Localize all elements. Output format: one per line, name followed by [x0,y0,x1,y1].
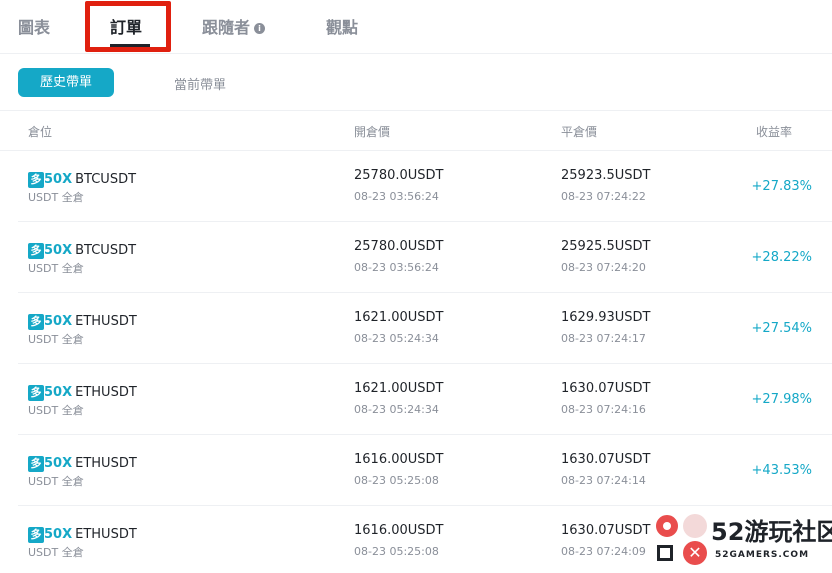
margin-type: USDT 全倉 [28,475,84,488]
open-price: 1616.00USDT [354,523,444,538]
close-time: 08-23 07:24:20 [561,261,646,274]
margin-type: USDT 全倉 [28,333,84,346]
open-time: 08-23 03:56:24 [354,190,439,203]
close-time: 08-23 07:24:16 [561,403,646,416]
long-badge: 多 [28,171,44,188]
header-close-price: 平倉價 [561,125,598,139]
tab-chart-label: 圖表 [18,18,51,37]
open-time: 08-23 05:24:34 [354,403,439,416]
close-time: 08-23 07:24:14 [561,474,646,487]
roi-value: +27.54% [751,321,812,336]
open-price: 1616.00USDT [354,452,444,467]
top-tab-bar: 圖表 訂單 跟隨者 i 觀點 [0,0,832,54]
open-time: 08-23 05:25:08 [354,474,439,487]
close-price: 1629.93USDT [561,310,651,325]
leverage: 50X [44,172,73,187]
info-icon[interactable]: i [254,23,266,34]
margin-type: USDT 全倉 [28,404,84,417]
long-badge: 多 [28,384,44,401]
leverage: 50X [44,456,73,471]
table-row[interactable]: 多 50X BTCUSDT USDT 全倉 25780.0USDT 08-23 03… [18,151,832,222]
watermark-name: 52游玩社区 [711,518,832,546]
header-position: 倉位 [28,125,53,139]
close-price: 25923.5USDT [561,168,651,183]
triangle-icon [683,514,707,538]
table-row[interactable]: 多 50X ETHUSDT USDT 全倉 1621.00USDT 08-23 05… [18,293,832,364]
open-time: 08-23 03:56:24 [354,261,439,274]
close-time: 08-23 07:24:09 [561,545,646,558]
sub-tab-bar: 歷史帶單 當前帶單 [0,54,832,111]
symbol: BTCUSDT [75,172,137,187]
margin-type: USDT 全倉 [28,262,84,275]
tab-insights[interactable]: 觀點 [326,14,358,38]
leverage: 50X [44,243,73,258]
table-row[interactable]: 多 50X BTCUSDT USDT 全倉 25780.0USDT 08-23 03… [18,222,832,293]
highlight-annotation-box [85,1,171,52]
position-cell: 多 50X ETHUSDT [28,382,137,401]
roi-value: +43.53% [751,463,812,478]
close-time: 08-23 07:24:17 [561,332,646,345]
table-row[interactable]: 多 50X ETHUSDT USDT 全倉 1621.00USDT 08-23 05… [18,364,832,435]
table-header: 倉位 開倉價 平倉價 收益率 [0,111,832,151]
order-list: 多 50X BTCUSDT USDT 全倉 25780.0USDT 08-23 03… [18,151,832,573]
close-price: 1630.07USDT [561,523,651,538]
tab-chart[interactable]: 圖表 [18,14,50,38]
open-price: 25780.0USDT [354,239,444,254]
close-price: 1630.07USDT [561,452,651,467]
tab-current-orders[interactable]: 當前帶單 [174,74,226,93]
position-cell: 多 50X ETHUSDT [28,453,137,472]
tab-followers-label: 跟隨者 [202,18,251,37]
symbol: ETHUSDT [75,456,137,471]
tab-history-orders[interactable]: 歷史帶單 [18,68,114,97]
leverage: 50X [44,385,73,400]
leverage: 50X [44,527,73,542]
open-time: 08-23 05:24:34 [354,332,439,345]
symbol: ETHUSDT [75,527,137,542]
roi-value: +27.83% [751,179,812,194]
roi-value: +28.22% [751,250,812,265]
position-cell: 多 50X BTCUSDT [28,169,136,188]
square-icon [657,545,673,561]
leverage: 50X [44,314,73,329]
open-time: 08-23 05:25:08 [354,545,439,558]
position-cell: 多 50X ETHUSDT [28,311,137,330]
tab-followers[interactable]: 跟隨者 i [202,14,266,38]
open-price: 1621.00USDT [354,310,444,325]
roi-value: +27.98% [751,392,812,407]
open-price: 25780.0USDT [354,168,444,183]
open-price: 1621.00USDT [354,381,444,396]
symbol: BTCUSDT [75,243,137,258]
long-badge: 多 [28,455,44,472]
symbol: ETHUSDT [75,314,137,329]
watermark-logo: ✕ 52游玩社区 52GAMERS.COM [653,512,832,573]
circle-icon [656,515,678,537]
symbol: ETHUSDT [75,385,137,400]
table-row[interactable]: 多 50X ETHUSDT USDT 全倉 1616.00USDT 08-23 05… [18,435,832,506]
margin-type: USDT 全倉 [28,191,84,204]
long-badge: 多 [28,526,44,543]
position-cell: 多 50X BTCUSDT [28,240,136,259]
long-badge: 多 [28,313,44,330]
close-price: 25925.5USDT [561,239,651,254]
header-roi: 收益率 [755,125,792,139]
position-cell: 多 50X ETHUSDT [28,524,137,543]
margin-type: USDT 全倉 [28,546,84,559]
close-price: 1630.07USDT [561,381,651,396]
tab-insights-label: 觀點 [326,18,359,37]
watermark-url: 52GAMERS.COM [715,550,810,560]
header-open-price: 開倉價 [354,125,391,139]
long-badge: 多 [28,242,44,259]
cross-icon: ✕ [683,541,707,565]
close-time: 08-23 07:24:22 [561,190,646,203]
